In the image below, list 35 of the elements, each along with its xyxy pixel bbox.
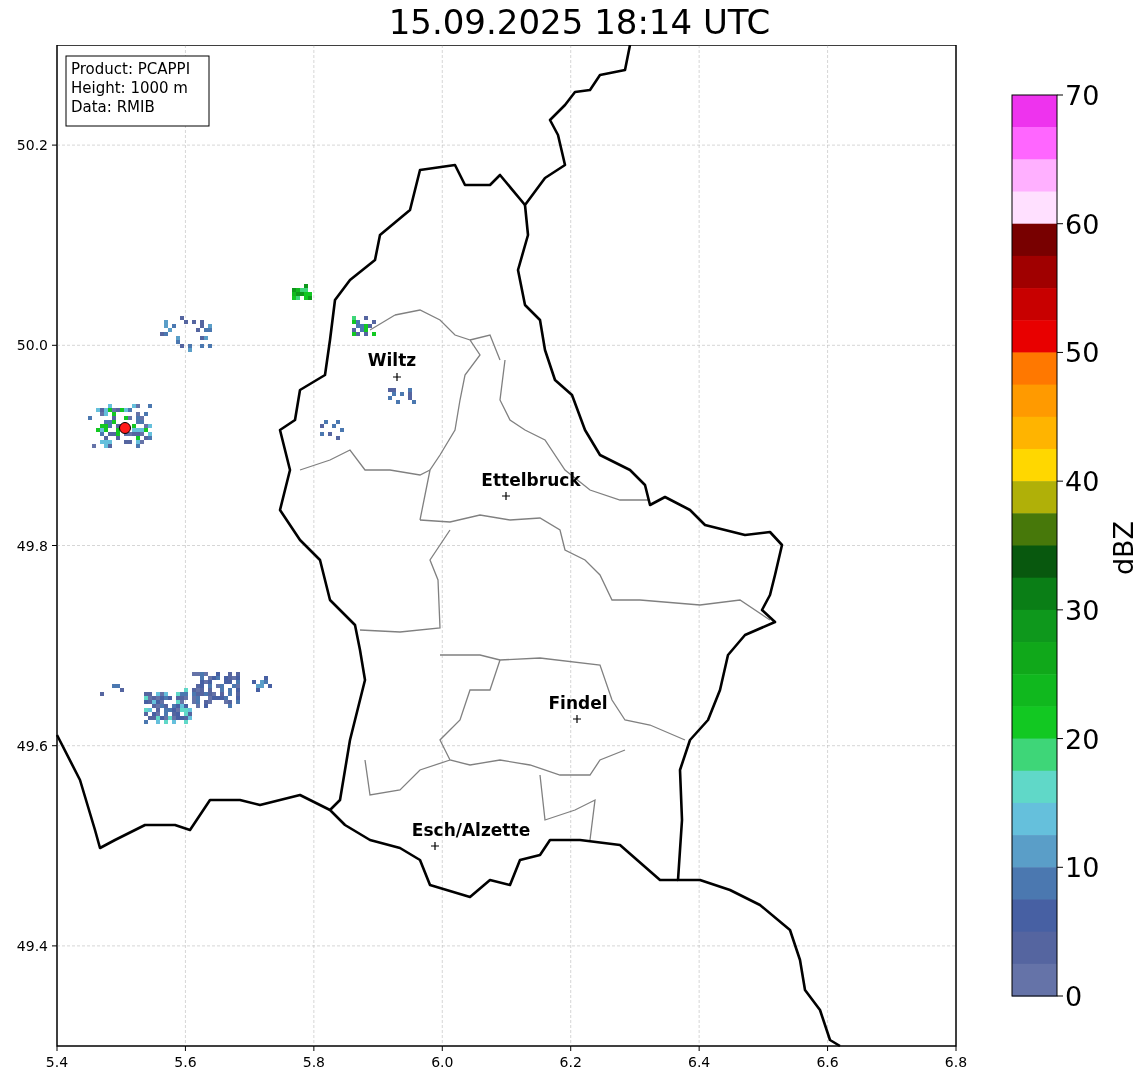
colorbar-tick-label: 30 bbox=[1065, 594, 1100, 626]
colorbar-tick-label: 20 bbox=[1065, 723, 1100, 755]
info-text: Product: PCAPPI bbox=[71, 60, 191, 78]
colorbar-label: dBZ bbox=[1108, 520, 1139, 576]
x-tick-label: 5.6 bbox=[174, 1054, 197, 1070]
city-label: Wiltz bbox=[367, 350, 417, 370]
info-text: Data: RMIB bbox=[71, 98, 155, 116]
colorbar-tick-label: 50 bbox=[1065, 337, 1100, 369]
y-tick-label: 49.8 bbox=[16, 537, 48, 554]
info-text: Height: 1000 m bbox=[71, 79, 188, 97]
chart-title: 15.09.2025 18:14 UTC bbox=[387, 1, 772, 44]
radar-site-marker bbox=[119, 422, 131, 434]
x-tick-label: 6.6 bbox=[816, 1054, 839, 1070]
city-label: Ettelbruck bbox=[481, 470, 581, 490]
city-cross-icon bbox=[392, 372, 402, 382]
x-tick-label: 6.0 bbox=[431, 1054, 454, 1070]
colorbar-tick-label: 0 bbox=[1065, 981, 1083, 1012]
colorbar-tick-label: 60 bbox=[1065, 208, 1100, 240]
city-label: Esch/Alzette bbox=[411, 820, 531, 840]
y-tick-label: 50.2 bbox=[16, 137, 48, 154]
y-tick-label: 49.6 bbox=[16, 737, 48, 754]
x-tick-label: 5.8 bbox=[302, 1054, 325, 1070]
city-cross-icon bbox=[501, 491, 511, 501]
y-tick-label: 49.4 bbox=[16, 937, 48, 954]
city-cross-icon bbox=[430, 841, 440, 851]
x-tick-label: 6.4 bbox=[688, 1054, 711, 1070]
colorbar-tick-label: 10 bbox=[1065, 852, 1100, 884]
y-tick-label: 50.0 bbox=[16, 337, 48, 354]
x-tick-label: 6.8 bbox=[944, 1054, 968, 1070]
colorbar-tick-label: 40 bbox=[1065, 466, 1100, 498]
colorbar-tick-label: 70 bbox=[1065, 80, 1100, 111]
x-tick-label: 6.2 bbox=[559, 1054, 582, 1070]
x-tick-label: 5.4 bbox=[45, 1054, 69, 1070]
city-label: Findel bbox=[548, 693, 608, 713]
city-cross-icon bbox=[572, 714, 582, 724]
